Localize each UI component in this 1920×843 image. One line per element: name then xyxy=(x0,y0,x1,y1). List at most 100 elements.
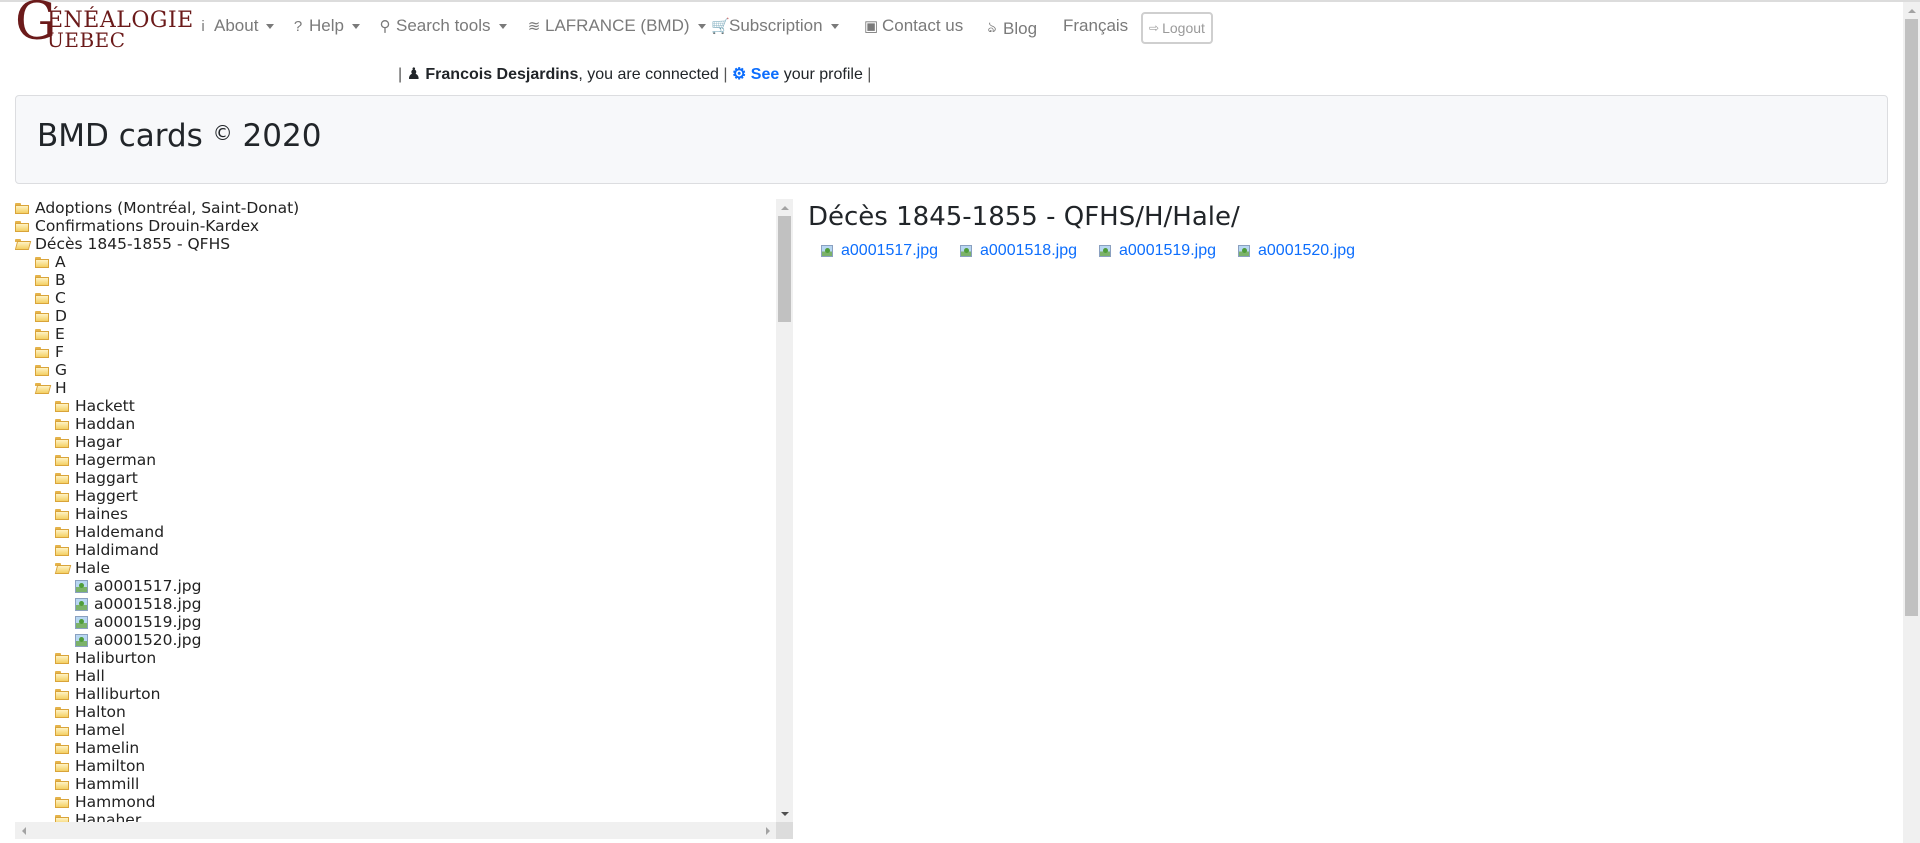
folder-icon xyxy=(55,418,69,430)
image-file-icon xyxy=(75,579,88,593)
nav-item-about[interactable]: i About xyxy=(196,16,275,36)
tree-file-item[interactable]: a0001518.jpg xyxy=(15,595,776,613)
tree-folder-item[interactable]: E xyxy=(15,325,776,343)
tree-item-label: Haggart xyxy=(75,469,138,487)
tree-folder-item[interactable]: G xyxy=(15,361,776,379)
tree-folder-item[interactable]: Haldimand xyxy=(15,541,776,559)
tree-folder-item[interactable]: Hamel xyxy=(15,721,776,739)
folder-icon xyxy=(35,256,49,268)
tree-folder-item[interactable]: F xyxy=(15,343,776,361)
scrollbar-thumb[interactable] xyxy=(778,216,791,322)
tree-folder-item[interactable]: Hale xyxy=(15,559,776,577)
file-link-label: a0001518.jpg xyxy=(980,242,1077,259)
file-link[interactable]: a0001520.jpg xyxy=(1238,242,1377,260)
page-scroll-up-arrow[interactable] xyxy=(1903,2,1920,19)
tree-folder-item[interactable]: Haldemand xyxy=(15,523,776,541)
folder-tree-panel: Adoptions (Montréal, Saint-Donat) Confirm… xyxy=(15,199,793,843)
folder-icon xyxy=(55,526,69,538)
blog-feed-icon: ঌ xyxy=(987,19,997,36)
folder-icon xyxy=(55,760,69,772)
nav-item-lafrance-bmd[interactable]: ≋ LAFRANCE (BMD) xyxy=(527,16,706,36)
nav-item-search-tools[interactable]: ⚲ Search tools xyxy=(378,16,507,36)
tree-folder-item[interactable]: Haggert xyxy=(15,487,776,505)
tree-folder-item[interactable]: Décès 1845-1855 - QFHS xyxy=(15,235,776,253)
tree-folder-item[interactable]: Halliburton xyxy=(15,685,776,703)
file-link[interactable]: a0001519.jpg xyxy=(1099,242,1238,260)
tree-folder-item[interactable]: Haggart xyxy=(15,469,776,487)
page-vertical-scrollbar[interactable] xyxy=(1903,2,1920,843)
folder-tree: Adoptions (Montréal, Saint-Donat) Confirm… xyxy=(15,199,776,822)
scroll-left-arrow[interactable] xyxy=(15,822,32,839)
nav-item-help[interactable]: ? Help xyxy=(291,16,360,36)
scroll-right-arrow[interactable] xyxy=(759,822,776,839)
question-icon: ? xyxy=(293,17,303,35)
tree-folder-item[interactable]: Haliburton xyxy=(15,649,776,667)
image-file-icon xyxy=(1099,245,1111,257)
tree-folder-item[interactable]: Hammill xyxy=(15,775,776,793)
tree-file-item[interactable]: a0001519.jpg xyxy=(15,613,776,631)
separator: | xyxy=(867,66,872,83)
folder-icon xyxy=(35,328,49,340)
gear-icon[interactable]: ⚙ xyxy=(732,66,746,83)
tree-item-label: F xyxy=(55,343,64,361)
folder-icon xyxy=(15,220,29,232)
tree-folder-item[interactable]: B xyxy=(15,271,776,289)
scroll-down-arrow[interactable] xyxy=(776,805,793,822)
tree-folder-item[interactable]: Confirmations Drouin-Kardex xyxy=(15,217,776,235)
file-link[interactable]: a0001518.jpg xyxy=(960,242,1099,260)
page-title: BMD cards © 2020 xyxy=(37,118,321,154)
tree-folder-item[interactable]: Hanaher xyxy=(15,811,776,822)
see-profile-link[interactable]: See xyxy=(751,66,779,83)
scroll-up-arrow[interactable] xyxy=(776,199,793,216)
tree-folder-item[interactable]: Adoptions (Montréal, Saint-Donat) xyxy=(15,199,776,217)
tree-vertical-scrollbar[interactable] xyxy=(776,199,793,822)
page-scrollbar-thumb[interactable] xyxy=(1905,19,1918,616)
user-icon: ♟ xyxy=(406,66,421,83)
tree-folder-item[interactable]: Hammond xyxy=(15,793,776,811)
folder-icon xyxy=(55,490,69,502)
logout-label: Logout xyxy=(1162,20,1205,36)
logout-button[interactable]: ⇨ Logout xyxy=(1141,12,1213,44)
tree-horizontal-scrollbar[interactable] xyxy=(15,822,776,839)
file-list: a0001517.jpg a0001518.jpg a0001519.jpg a000… xyxy=(808,242,1888,260)
tree-item-label: Halton xyxy=(75,703,126,721)
tree-folder-item[interactable]: Hagerman xyxy=(15,451,776,469)
folder-icon xyxy=(35,292,49,304)
tree-item-label: Haddan xyxy=(75,415,136,433)
nav-item-fran-ais[interactable]: Français xyxy=(1063,16,1128,36)
tree-item-label: Haines xyxy=(75,505,128,523)
tree-file-item[interactable]: a0001520.jpg xyxy=(15,631,776,649)
tree-folder-item[interactable]: Haines xyxy=(15,505,776,523)
folder-open-icon xyxy=(15,238,29,250)
tree-folder-item[interactable]: Halton xyxy=(15,703,776,721)
tree-folder-item[interactable]: Haddan xyxy=(15,415,776,433)
tree-folder-item[interactable]: C xyxy=(15,289,776,307)
folder-icon xyxy=(55,436,69,448)
folder-icon xyxy=(35,346,49,358)
genealogie-quebec-logo[interactable]: G ÉNÉALOGIE UEBEC xyxy=(15,0,193,54)
tree-folder-item[interactable]: H xyxy=(15,379,776,397)
file-link[interactable]: a0001517.jpg xyxy=(821,242,960,260)
tree-folder-item[interactable]: Hamilton xyxy=(15,757,776,775)
tree-folder-item[interactable]: Hall xyxy=(15,667,776,685)
connected-text: , you are connected xyxy=(578,66,719,83)
caret-down-icon xyxy=(830,23,839,29)
file-link-label: a0001519.jpg xyxy=(1119,242,1216,259)
nav-item-subscription[interactable]: 🛒 Subscription xyxy=(711,16,839,36)
folder-open-icon xyxy=(55,562,69,574)
tree-folder-item[interactable]: Hagar xyxy=(15,433,776,451)
tree-folder-item[interactable]: Hamelin xyxy=(15,739,776,757)
tree-item-label: Hamilton xyxy=(75,757,146,775)
tree-item-label: Halliburton xyxy=(75,685,161,703)
image-file-icon xyxy=(75,597,88,611)
tree-file-item[interactable]: a0001517.jpg xyxy=(15,577,776,595)
nav-item-blog[interactable]: ঌ Blog xyxy=(985,16,1037,41)
logout-icon: ⇨ xyxy=(1149,21,1160,35)
tree-folder-item[interactable]: D xyxy=(15,307,776,325)
tree-folder-item[interactable]: Hackett xyxy=(15,397,776,415)
folder-icon xyxy=(55,706,69,718)
tree-folder-item[interactable]: A xyxy=(15,253,776,271)
folder-icon xyxy=(35,274,49,286)
tree-item-label: a0001517.jpg xyxy=(94,577,202,595)
nav-item-contact-us[interactable]: ▣ Contact us xyxy=(864,16,963,36)
